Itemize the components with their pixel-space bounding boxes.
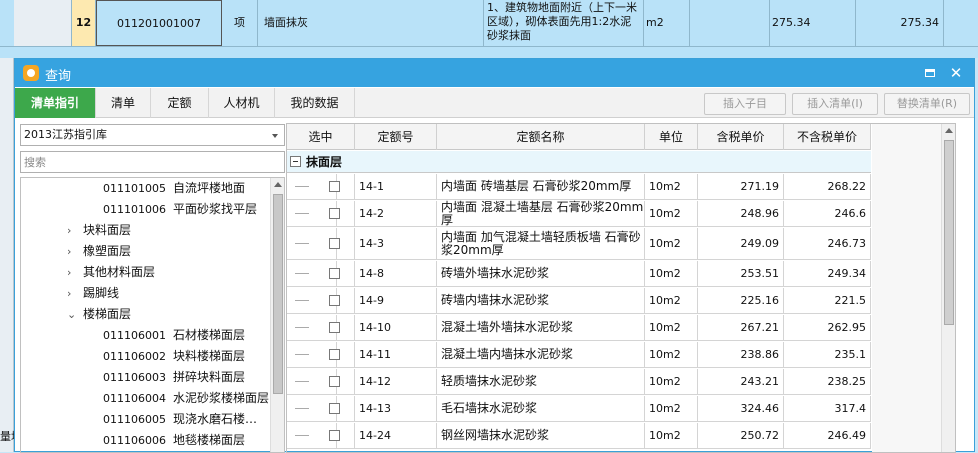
header-selected[interactable]: 选中 bbox=[287, 124, 355, 150]
grid-scroll-thumb[interactable] bbox=[944, 140, 954, 325]
table-row[interactable]: 14-9 砖墙内墙抹水泥砂浆 10m2 225.16 221.5 bbox=[287, 288, 871, 314]
header-notax-price[interactable]: 不含税单价 bbox=[784, 124, 871, 150]
grid-header: 选中 定额号 定额名称 单位 含税单价 不含税单价 bbox=[287, 124, 871, 150]
chevron-right-icon[interactable]: › bbox=[67, 220, 71, 241]
tab-quota[interactable]: 定额 bbox=[151, 88, 209, 118]
background-amount2-cell: 275.34 bbox=[856, 0, 944, 46]
tree-item[interactable]: 011106006 地毯楼梯面层 bbox=[103, 430, 245, 451]
header-quota-name[interactable]: 定额名称 bbox=[437, 124, 645, 150]
table-row[interactable]: 14-13 毛石墙抹水泥砂浆 10m2 324.46 317.4 bbox=[287, 396, 871, 422]
row-checkbox[interactable] bbox=[329, 430, 340, 441]
header-quota-code[interactable]: 定额号 bbox=[355, 124, 437, 150]
close-icon[interactable]: ✕ bbox=[946, 63, 966, 83]
background-row-number: 12 bbox=[72, 0, 96, 46]
table-row[interactable]: 14-10 混凝土墙外墙抹水泥砂浆 10m2 267.21 262.95 bbox=[287, 315, 871, 341]
row-checkbox[interactable] bbox=[329, 295, 340, 306]
background-unit-cell: m2 bbox=[644, 0, 690, 46]
chevron-right-icon[interactable]: › bbox=[67, 262, 71, 283]
table-row[interactable]: 14-8 砖墙外墙抹水泥砂浆 10m2 253.51 249.34 bbox=[287, 261, 871, 287]
tree-item[interactable]: 011106005 现浇水磨石楼… bbox=[103, 409, 257, 430]
group-row[interactable]: 抹面层 bbox=[287, 151, 871, 173]
tree-scrollbar[interactable] bbox=[270, 178, 284, 452]
tree-node[interactable]: › 其他材料面层 bbox=[21, 262, 271, 283]
tree-item[interactable]: 011106001 石材楼梯面层 bbox=[103, 325, 245, 346]
table-row[interactable]: 14-2 内墙面 混凝土墙基层 石膏砂浆20mm厚 10m2 248.96 24… bbox=[287, 200, 871, 227]
row-checkbox[interactable] bbox=[329, 403, 340, 414]
tree-item[interactable]: 011106002 块料楼梯面层 bbox=[103, 346, 245, 367]
dialog-title: 查询 bbox=[45, 69, 72, 84]
app-icon bbox=[23, 65, 39, 81]
grid-scrollbar[interactable] bbox=[941, 124, 955, 452]
library-select-value: 2013江苏指引库 bbox=[24, 128, 107, 141]
row-checkbox[interactable] bbox=[329, 349, 340, 360]
chevron-down-icon[interactable]: ⌄ bbox=[67, 304, 76, 325]
background-next-row bbox=[0, 46, 978, 58]
background-code-cell[interactable]: 011201001007 bbox=[96, 0, 222, 46]
row-checkbox[interactable] bbox=[329, 268, 340, 279]
tree-item[interactable]: 011106004 水泥砂浆楼梯面层 bbox=[103, 388, 269, 409]
query-dialog: 查询 ✕ 清单指引 清单 定额 人材机 我的数据 插入子目 插入清单(I) 替换… bbox=[14, 58, 975, 453]
table-row[interactable]: 14-3 内墙面 加气混凝土墙轻质板墙 石膏砂浆20mm厚 10m2 249.0… bbox=[287, 228, 871, 260]
quota-grid: 选中 定额号 定额名称 单位 含税单价 不含税单价 抹面层 14-1 内墙面 砖… bbox=[286, 123, 956, 453]
background-name-cell: 墙面抹灰 bbox=[258, 0, 484, 46]
background-table-row: 12 011201001007 项 墙面抹灰 1、建筑物地面附近（上下一米区域）… bbox=[0, 0, 978, 46]
dialog-titlebar[interactable]: 查询 ✕ bbox=[15, 59, 974, 87]
insert-item-button[interactable]: 插入子目 bbox=[704, 93, 786, 115]
tab-bill-guide[interactable]: 清单指引 bbox=[15, 88, 96, 118]
row-checkbox[interactable] bbox=[329, 238, 340, 249]
table-row[interactable]: 14-12 轻质墙抹水泥砂浆 10m2 243.21 238.25 bbox=[287, 369, 871, 395]
insert-bill-button[interactable]: 插入清单(I) bbox=[792, 93, 878, 115]
chevron-right-icon[interactable]: › bbox=[67, 283, 71, 304]
table-row[interactable]: 14-11 混凝土墙内墙抹水泥砂浆 10m2 238.86 235.1 bbox=[287, 342, 871, 368]
scroll-up-icon[interactable] bbox=[945, 128, 953, 133]
tab-bar: 清单指引 清单 定额 人材机 我的数据 插入子目 插入清单(I) 替换清单(R) bbox=[15, 88, 974, 118]
background-type-cell: 项 bbox=[222, 0, 258, 46]
grid-empty-area bbox=[872, 124, 943, 452]
search-input[interactable] bbox=[20, 151, 285, 173]
tab-material[interactable]: 人材机 bbox=[209, 88, 275, 118]
background-left-strip bbox=[0, 0, 14, 452]
header-unit[interactable]: 单位 bbox=[645, 124, 698, 150]
tree-scroll-thumb[interactable] bbox=[273, 194, 283, 394]
row-checkbox[interactable] bbox=[329, 376, 340, 387]
tree-node-expanded[interactable]: ⌄ 楼梯面层 bbox=[21, 304, 271, 325]
guide-panel: 2013江苏指引库 011101005自流坪楼地面 011101006平面砂浆找… bbox=[20, 124, 285, 453]
group-label: 抹面层 bbox=[306, 155, 343, 169]
scroll-up-icon[interactable] bbox=[274, 182, 282, 187]
tree-item[interactable]: 011106003 拼碎块料面层 bbox=[103, 367, 245, 388]
collapse-icon[interactable] bbox=[290, 156, 301, 167]
header-tax-price[interactable]: 含税单价 bbox=[698, 124, 784, 150]
row-checkbox[interactable] bbox=[329, 181, 340, 192]
row-checkbox[interactable] bbox=[329, 322, 340, 333]
table-row[interactable]: 14-1 内墙面 砖墙基层 石膏砂浆20mm厚 10m2 271.19 268.… bbox=[287, 174, 871, 200]
guide-tree: 011101005 自流坪楼地面 011101006 平面砂浆找平层 › 块料面层 ›… bbox=[20, 177, 285, 453]
tab-bill[interactable]: 清单 bbox=[96, 88, 151, 118]
library-select[interactable]: 2013江苏指引库 bbox=[20, 124, 285, 146]
background-amount1-cell: 275.34 bbox=[770, 0, 856, 46]
tab-my-data[interactable]: 我的数据 bbox=[275, 88, 355, 118]
maximize-icon[interactable] bbox=[920, 63, 940, 83]
tree-node[interactable]: › 踢脚线 bbox=[21, 283, 271, 304]
table-row[interactable]: 14-24 钢丝网墙抹水泥砂浆 10m2 250.72 246.49 bbox=[287, 423, 871, 449]
replace-bill-button[interactable]: 替换清单(R) bbox=[884, 93, 970, 115]
chevron-down-icon bbox=[272, 134, 278, 138]
chevron-right-icon[interactable]: › bbox=[67, 241, 71, 262]
background-desc-cell: 1、建筑物地面附近（上下一米区域），砌体表面先用1:2水泥砂浆抹面 bbox=[484, 0, 644, 46]
tree-node[interactable]: › 块料面层 bbox=[21, 220, 271, 241]
tree-node[interactable]: › 橡塑面层 bbox=[21, 241, 271, 262]
tree-item[interactable]: 011101006 平面砂浆找平层 bbox=[103, 199, 257, 220]
tree-item[interactable]: 011101005 自流坪楼地面 bbox=[103, 178, 245, 199]
row-checkbox[interactable] bbox=[329, 208, 340, 219]
